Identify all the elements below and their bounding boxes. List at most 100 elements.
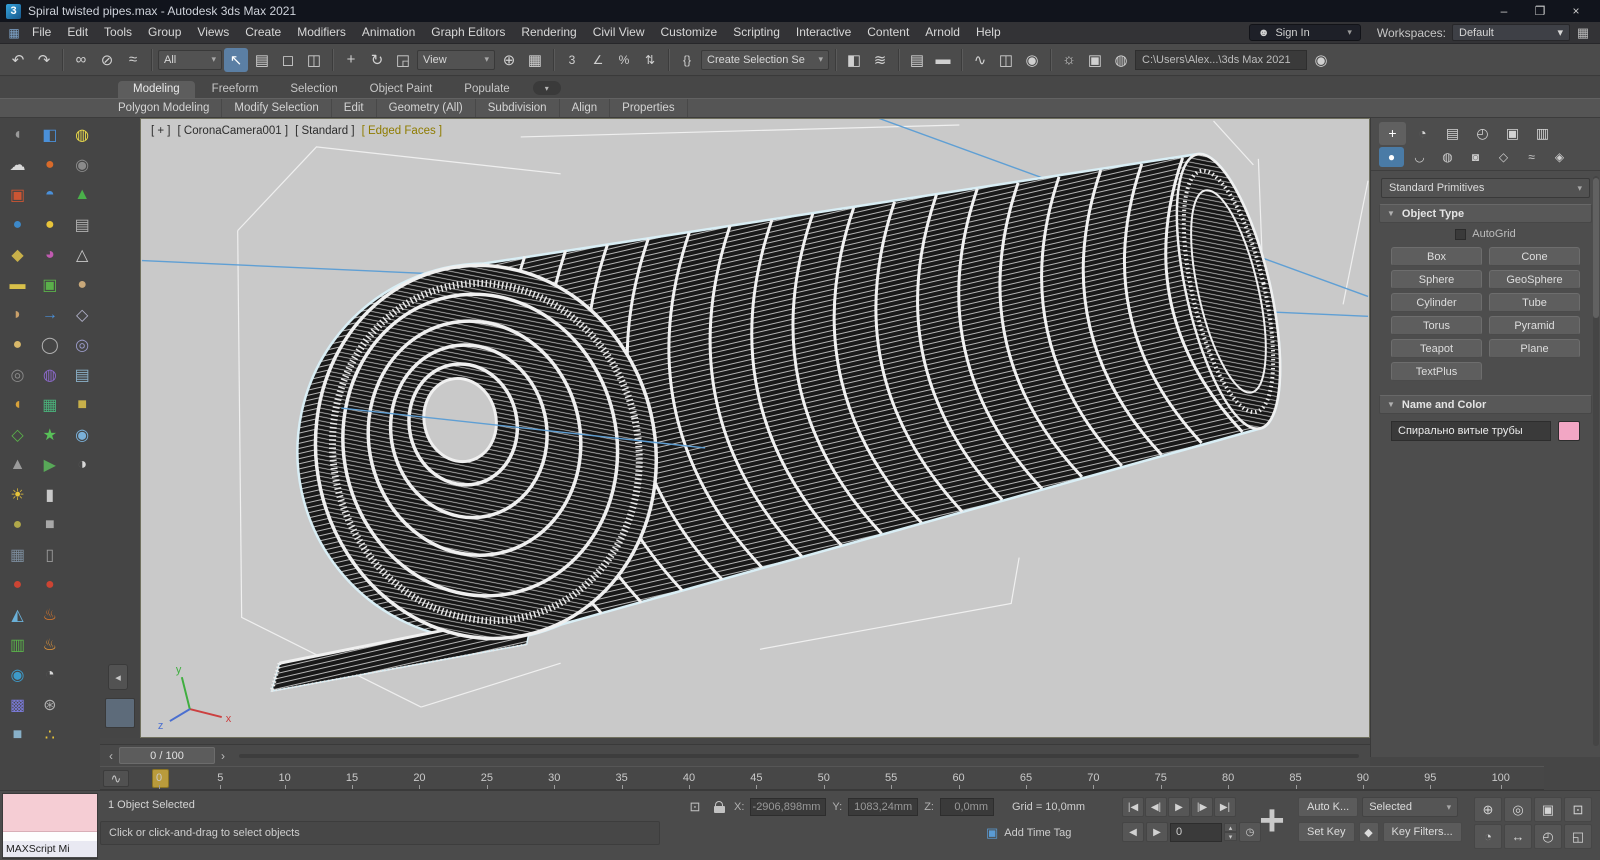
percent-snap-toggle[interactable]: % xyxy=(612,48,636,72)
dock-tool-icon[interactable]: △ xyxy=(67,240,98,269)
cylinder-button[interactable]: Cylinder xyxy=(1391,293,1482,312)
dock-tool-icon[interactable]: ☁ xyxy=(2,150,33,179)
box-button[interactable]: Box xyxy=(1391,247,1482,266)
dock-tool-icon[interactable]: ▩ xyxy=(2,690,33,719)
ribbon-section-modify-selection[interactable]: Modify Selection xyxy=(222,99,332,117)
selection-set-key-dropdown[interactable]: Selected ▾ xyxy=(1362,797,1459,817)
dock-tool-icon[interactable]: ▣ xyxy=(2,180,33,209)
dock-tool-icon[interactable]: ◎ xyxy=(2,360,33,389)
snaps-toggle[interactable]: 3 xyxy=(560,48,584,72)
rendered-frame-window-button[interactable]: ▣ xyxy=(1083,48,1107,72)
sign-in-button[interactable]: ☻ Sign In ▾ xyxy=(1248,24,1361,41)
previous-frame-button[interactable]: ◀| xyxy=(1145,797,1167,817)
macro-recorder-pane[interactable] xyxy=(3,794,97,832)
dock-tool-icon[interactable]: ▦ xyxy=(2,540,33,569)
set-keys-icon-button[interactable]: ◆ xyxy=(1358,822,1379,842)
absolute-offset-mode-toggle[interactable]: + xyxy=(1250,793,1294,853)
create-tab-icon[interactable]: + xyxy=(1379,121,1406,145)
ribbon-tab-selection[interactable]: Selection xyxy=(275,81,352,98)
viewport-3d-scene[interactable]: x y z xyxy=(141,119,1369,737)
sphere-button[interactable]: Sphere xyxy=(1391,270,1482,289)
ribbon-tab-freeform[interactable]: Freeform xyxy=(197,81,274,98)
viewport-camera[interactable]: [ + ] [ CoronaCamera001 ] [ Standard ] [… xyxy=(140,118,1370,738)
dock-tool-icon[interactable]: ▤ xyxy=(67,360,98,389)
dock-tool-icon[interactable]: ▦ xyxy=(34,390,65,419)
zoom-all-button[interactable]: ◎ xyxy=(1504,797,1532,822)
scene-explorer-toggle[interactable]: ▤ xyxy=(905,48,929,72)
next-frame-button[interactable]: |▶ xyxy=(1191,797,1213,817)
teapot-button[interactable]: Teapot xyxy=(1391,339,1482,358)
cameras-category-icon[interactable]: ◙ xyxy=(1463,147,1488,167)
dock-tool-icon[interactable]: ◆ xyxy=(2,240,33,269)
dock-tool-icon[interactable]: ◍ xyxy=(67,120,98,149)
dock-tool-icon[interactable]: ⊛ xyxy=(34,690,65,719)
render-flyout-button[interactable]: ◉ xyxy=(1309,48,1333,72)
viewport-shading-menu[interactable]: [ Edged Faces ] xyxy=(362,125,443,137)
project-folder-field[interactable]: C:\Users\Alex...\3ds Max 2021 xyxy=(1135,49,1307,70)
selection-filter-dropdown[interactable]: All ▾ xyxy=(158,49,222,70)
dock-tool-icon[interactable]: ◉ xyxy=(67,150,98,179)
modify-tab-icon[interactable]: ◔ xyxy=(1409,122,1436,145)
menu-scripting[interactable]: Scripting xyxy=(725,22,788,43)
align-button[interactable]: ≋ xyxy=(868,48,892,72)
dock-tool-icon[interactable]: ● xyxy=(67,270,98,299)
layer-explorer-toggle[interactable]: ▬ xyxy=(931,48,955,72)
pyramid-button[interactable]: Pyramid xyxy=(1489,316,1580,335)
dock-tool-icon[interactable]: ● xyxy=(34,210,65,239)
workspace-grid-icon[interactable]: ▦ xyxy=(1570,25,1596,41)
go-to-end-button[interactable]: ▶| xyxy=(1214,797,1236,817)
field-of-view-button[interactable]: ◔ xyxy=(1474,824,1502,849)
object-type-rollout-header[interactable]: ▼ Object Type xyxy=(1379,204,1592,223)
dock-tool-icon[interactable]: ◇ xyxy=(2,420,33,449)
minimize-button[interactable]: – xyxy=(1486,0,1522,22)
x-coordinate-field[interactable]: -2906,898mm xyxy=(750,798,827,816)
dock-tool-icon[interactable]: ▣ xyxy=(34,270,65,299)
ribbon-tab-populate[interactable]: Populate xyxy=(449,81,524,98)
select-by-name-button[interactable]: ▤ xyxy=(250,48,274,72)
play-button[interactable]: ▶ xyxy=(1168,797,1190,817)
menu-content[interactable]: Content xyxy=(859,22,917,43)
mini-curve-editor-button[interactable]: ∿ xyxy=(103,770,129,787)
track-bar[interactable]: ∿ 0 5 10 15 20 25 30 35 40 45 50 55 60 6… xyxy=(100,766,1544,790)
select-and-scale-button[interactable]: ◲ xyxy=(391,48,415,72)
helpers-category-icon[interactable]: ◇ xyxy=(1491,147,1516,167)
menu-create[interactable]: Create xyxy=(237,22,289,43)
dock-tool-icon[interactable]: ◔ xyxy=(34,660,65,689)
key-filters-button[interactable]: Key Filters... xyxy=(1382,822,1462,842)
selection-lock-toggle[interactable] xyxy=(710,798,728,816)
dock-tool-icon[interactable]: ◖ xyxy=(2,390,33,419)
angle-snap-toggle[interactable]: ∠ xyxy=(586,48,610,72)
menu-arnold[interactable]: Arnold xyxy=(917,22,968,43)
ribbon-config-button[interactable]: ▾ xyxy=(532,81,561,95)
ribbon-section-subdivision[interactable]: Subdivision xyxy=(476,99,560,117)
menu-rendering[interactable]: Rendering xyxy=(513,22,584,43)
use-pivot-center-button[interactable]: ⊕ xyxy=(497,48,521,72)
dock-tool-icon[interactable]: ◓ xyxy=(34,180,65,209)
menu-animation[interactable]: Animation xyxy=(354,22,423,43)
lights-category-icon[interactable]: ◍ xyxy=(1435,147,1460,167)
zoom-button[interactable]: ⊕ xyxy=(1474,797,1502,822)
spinner-up-icon[interactable]: ▴ xyxy=(1224,823,1237,832)
dock-tool-icon[interactable]: ▤ xyxy=(67,210,98,239)
hierarchy-tab-icon[interactable]: ▤ xyxy=(1439,122,1466,145)
zoom-extents-button[interactable]: ▣ xyxy=(1534,797,1562,822)
menu-modifiers[interactable]: Modifiers xyxy=(289,22,354,43)
viewport-pov-menu[interactable]: [ CoronaCamera001 ] xyxy=(178,125,289,137)
systems-category-icon[interactable]: ◈ xyxy=(1547,147,1572,167)
dock-tool-icon[interactable]: ♨ xyxy=(34,600,65,629)
dock-tool-icon[interactable]: ▶ xyxy=(34,450,65,479)
dock-tool-icon[interactable]: ● xyxy=(2,510,33,539)
reference-coordinate-dropdown[interactable]: View ▾ xyxy=(417,49,495,70)
cone-button[interactable]: Cone xyxy=(1489,247,1580,266)
ribbon-section-align[interactable]: Align xyxy=(560,99,611,117)
dock-tool-icon[interactable]: ◎ xyxy=(67,330,98,359)
dock-tool-icon[interactable]: ■ xyxy=(2,720,33,749)
z-coordinate-field[interactable]: 0,0mm xyxy=(939,798,994,816)
geosphere-button[interactable]: GeoSphere xyxy=(1489,270,1580,289)
curve-editor-button[interactable]: ∿ xyxy=(968,48,992,72)
auto-key-button[interactable]: Auto K... xyxy=(1298,797,1359,817)
dock-tool-icon[interactable]: ◇ xyxy=(67,300,98,329)
dock-tool-icon[interactable]: ☀ xyxy=(2,480,33,509)
viewport-renderer-menu[interactable]: [ Standard ] xyxy=(295,125,354,137)
dock-tool-icon[interactable]: ◖ xyxy=(2,120,33,149)
